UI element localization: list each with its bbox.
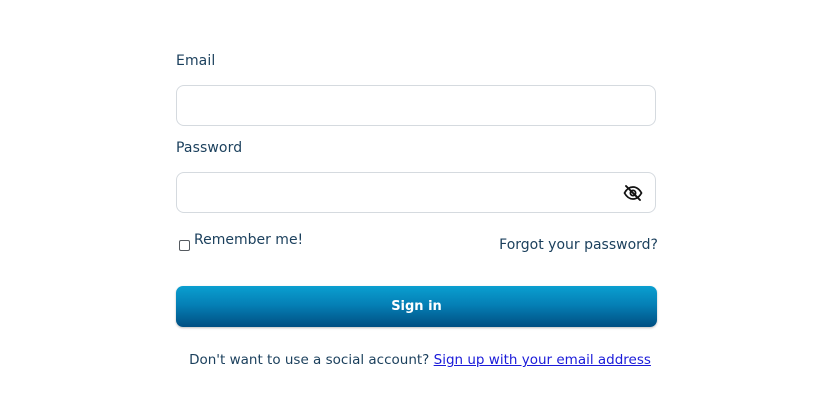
password-label: Password: [176, 140, 243, 156]
remember-me-checkbox[interactable]: [179, 240, 190, 251]
password-input[interactable]: [177, 173, 655, 212]
password-field-container: [176, 172, 656, 213]
email-label: Email: [176, 53, 216, 69]
email-input[interactable]: [177, 86, 655, 125]
eye-slash-icon[interactable]: [623, 184, 643, 202]
signup-footer: Don't want to use a social account? Sign…: [0, 352, 840, 368]
remember-me-label: Remember me!: [194, 232, 304, 248]
signup-email-link[interactable]: Sign up with your email address: [434, 352, 651, 368]
sign-in-button[interactable]: Sign in: [176, 286, 657, 327]
email-field-container: [176, 85, 656, 126]
forgot-password-link[interactable]: Forgot your password?: [499, 237, 658, 253]
remember-me: Remember me!: [179, 232, 303, 251]
signup-prompt: Don't want to use a social account?: [189, 352, 434, 368]
